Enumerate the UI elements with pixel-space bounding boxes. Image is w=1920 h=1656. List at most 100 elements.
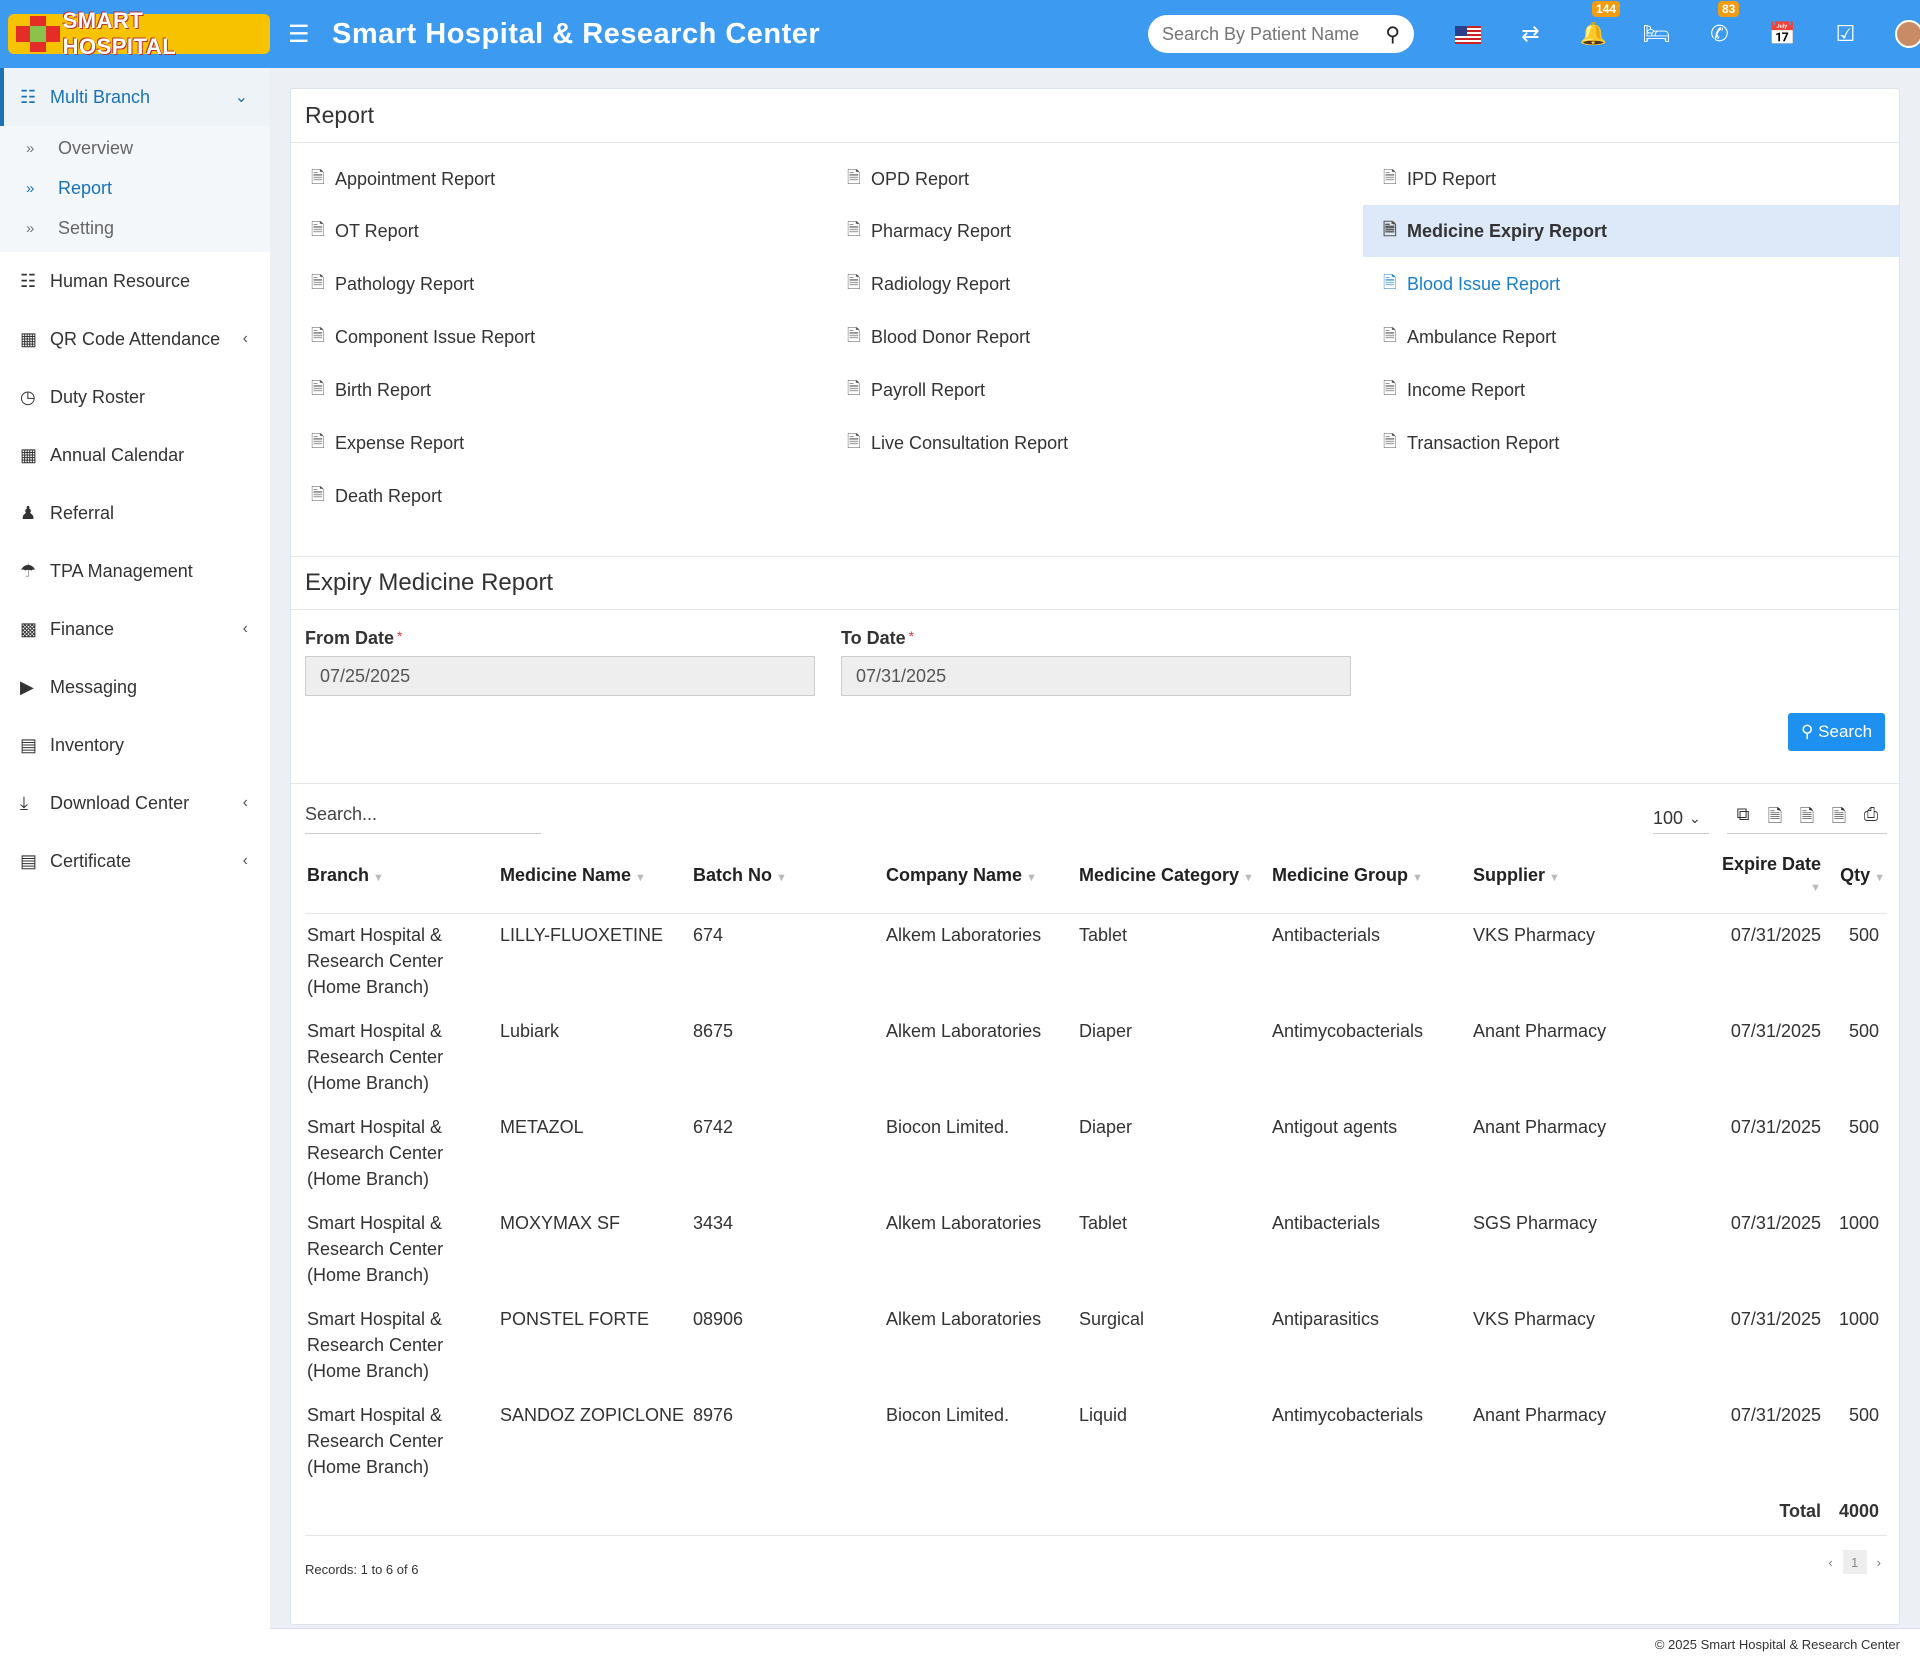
sidebar-item-download-center[interactable]: ⤓ Download Center ‹: [0, 774, 270, 832]
sidebar-subitem-report[interactable]: » Report: [0, 168, 270, 208]
column-header[interactable]: Supplier ▼: [1471, 838, 1672, 914]
table-cell-category: Tablet: [1079, 924, 1128, 945]
report-link-medicine-expiry[interactable]: 🗎 Medicine Expiry Report: [1363, 205, 1899, 257]
column-header[interactable]: Medicine Category ▼: [1077, 838, 1270, 914]
report-link-label: Birth Report: [335, 379, 432, 400]
task-check-icon[interactable]: ☑: [1814, 21, 1877, 47]
report-link-blood-donor[interactable]: 🗎 Blood Donor Report: [827, 311, 1363, 363]
copy-icon[interactable]: ⧉: [1727, 804, 1759, 833]
table-cell-group: Antimycobacterials: [1272, 1020, 1424, 1041]
sidebar-item-label: Download Center: [50, 792, 190, 813]
report-link-pharmacy[interactable]: 🗎 Pharmacy Report: [827, 205, 1363, 257]
bed-icon[interactable]: 🛏: [1625, 21, 1688, 47]
sort-icon: ▼: [1412, 871, 1423, 884]
print-icon[interactable]: ⎙: [1855, 804, 1887, 833]
switch-branch-icon[interactable]: ⇄: [1499, 21, 1562, 47]
report-link-transaction[interactable]: 🗎 Transaction Report: [1363, 417, 1899, 469]
calendar-icon[interactable]: 📅: [1751, 21, 1814, 47]
sidebar-item-qr-code-attendance[interactable]: ▦ QR Code Attendance ‹: [0, 310, 270, 368]
column-header[interactable]: Medicine Group ▼: [1270, 838, 1471, 914]
page-number-button[interactable]: 1: [1842, 1550, 1867, 1574]
whatsapp-icon[interactable]: ✆ 83: [1688, 1, 1751, 47]
sidebar-item-label: Human Resource: [50, 270, 191, 291]
column-header[interactable]: Batch No ▼: [691, 838, 884, 914]
report-link-ipd[interactable]: 🗎 IPD Report: [1363, 153, 1899, 205]
report-link-component-issue[interactable]: 🗎 Component Issue Report: [291, 311, 827, 363]
excel-icon[interactable]: 🗎: [1759, 804, 1791, 833]
report-link-death[interactable]: 🗎 Death Report: [291, 470, 827, 522]
sidebar-subitem-setting[interactable]: » Setting: [0, 208, 270, 248]
pdf-icon[interactable]: 🗎: [1823, 804, 1855, 833]
report-link-label: Radiology Report: [871, 273, 1011, 294]
sidebar-item-referral[interactable]: ♟ Referral: [0, 484, 270, 542]
table-cell-expire: 07/31/2025: [1730, 1020, 1821, 1041]
search-button[interactable]: ⚲ Search: [1788, 713, 1885, 751]
report-link-label: Blood Issue Report: [1407, 273, 1561, 294]
sidebar-item-messaging[interactable]: ▶ Messaging: [0, 658, 270, 716]
search-icon[interactable]: ⚲: [1385, 22, 1400, 47]
from-date-label: From Date *: [305, 628, 402, 649]
report-link-income[interactable]: 🗎 Income Report: [1363, 364, 1899, 416]
column-header[interactable]: Branch ▼: [305, 838, 498, 914]
from-date-input[interactable]: 07/25/2025: [305, 656, 815, 696]
table-cell-medicine: Lubiark: [500, 1020, 560, 1041]
main-content: Report 🗎 Appointment Report 🗎 OPD Report 🗎…: [290, 88, 1900, 1625]
csv-icon[interactable]: 🗎: [1791, 804, 1823, 833]
report-link-radiology[interactable]: 🗎 Radiology Report: [827, 258, 1363, 310]
sidebar-subitem-overview[interactable]: » Overview: [0, 128, 270, 168]
report-link-label: IPD Report: [1407, 168, 1497, 189]
language-flag-icon[interactable]: [1436, 21, 1499, 47]
sidebar-item-multi-branch[interactable]: ☷ Multi Branch ⌄: [0, 68, 270, 126]
table-row: Smart Hospital & Research Center (Home B…: [305, 913, 1887, 1010]
prev-page-icon[interactable]: ‹: [1828, 1555, 1832, 1570]
table-cell-branch: Smart Hospital & Research Center (Home B…: [307, 1116, 444, 1189]
sort-icon: ▼: [635, 871, 646, 884]
expiry-report-title: Expiry Medicine Report: [291, 556, 1899, 610]
logo[interactable]: SMART HOSPITAL: [0, 0, 270, 68]
next-page-icon[interactable]: ›: [1877, 1555, 1881, 1570]
report-link-opd[interactable]: 🗎 OPD Report: [827, 153, 1363, 205]
table-search-input[interactable]: Search...: [305, 804, 541, 834]
report-link-pathology[interactable]: 🗎 Pathology Report: [291, 258, 827, 310]
column-header[interactable]: Expire Date ▼: [1672, 838, 1823, 914]
column-header[interactable]: Qty ▼: [1823, 838, 1887, 914]
table-row: Smart Hospital & Research Center (Home B…: [305, 1394, 1887, 1490]
report-link-blood-issue[interactable]: 🗎 Blood Issue Report: [1363, 258, 1899, 310]
sort-icon: ▼: [1243, 871, 1254, 884]
sidebar-item-tpa-management[interactable]: ☂ TPA Management: [0, 542, 270, 600]
sidebar-item-human-resource[interactable]: ☷ Human Resource: [0, 252, 270, 310]
column-header-label: Medicine Category: [1079, 864, 1240, 885]
sidebar-item-annual-calendar[interactable]: ▦ Annual Calendar: [0, 426, 270, 484]
report-link-label: Medicine Expiry Report: [1407, 220, 1608, 241]
menu-toggle-icon[interactable]: ☰: [288, 20, 318, 49]
table-cell-category: Liquid: [1079, 1404, 1128, 1425]
report-link-ambulance[interactable]: 🗎 Ambulance Report: [1363, 311, 1899, 363]
report-link-birth[interactable]: 🗎 Birth Report: [291, 364, 827, 416]
report-link-ot[interactable]: 🗎 OT Report: [291, 205, 827, 257]
hospital-cross-icon: [12, 14, 63, 54]
report-link-appointment[interactable]: 🗎 Appointment Report: [291, 153, 827, 205]
table-cell-batch: 08906: [693, 1308, 744, 1329]
column-header[interactable]: Company Name ▼: [884, 838, 1077, 914]
certificate-icon: ▤: [20, 850, 38, 871]
user-avatar[interactable]: [1877, 20, 1920, 49]
patient-search-input[interactable]: [1162, 23, 1362, 45]
page-size-select[interactable]: 100 ⌄: [1653, 804, 1709, 834]
column-header[interactable]: Medicine Name ▼: [498, 838, 691, 914]
clock-icon: ◷: [20, 386, 36, 407]
report-link-label: Payroll Report: [871, 379, 986, 400]
report-link-live-consultation[interactable]: 🗎 Live Consultation Report: [827, 417, 1363, 469]
report-link-expense[interactable]: 🗎 Expense Report: [291, 417, 827, 469]
report-link-label: Income Report: [1407, 379, 1526, 400]
report-link-payroll[interactable]: 🗎 Payroll Report: [827, 364, 1363, 416]
sidebar-item-finance[interactable]: ▩ Finance ‹: [0, 600, 270, 658]
sidebar-item-duty-roster[interactable]: ◷ Duty Roster: [0, 368, 270, 426]
date-filter-form: From Date * 07/25/2025 To Date * 07/31/202…: [291, 610, 1899, 784]
sidebar-item-inventory[interactable]: ▤ Inventory: [0, 716, 270, 774]
document-icon: 🗎: [311, 431, 325, 451]
notification-bell-icon[interactable]: 🔔 144: [1562, 1, 1625, 47]
table-cell-expire: 07/31/2025: [1730, 1404, 1821, 1425]
sidebar-item-certificate[interactable]: ▤ Certificate ‹: [0, 832, 270, 890]
document-icon: 🗎: [311, 378, 325, 398]
to-date-input[interactable]: 07/31/2025: [841, 656, 1351, 696]
